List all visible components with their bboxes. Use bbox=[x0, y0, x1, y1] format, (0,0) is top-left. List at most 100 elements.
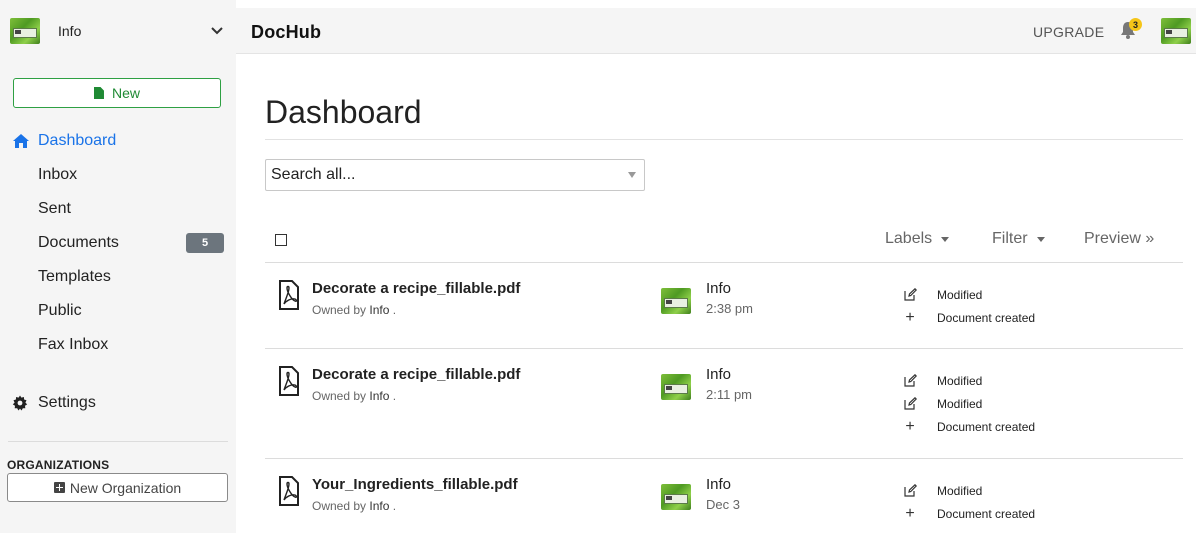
owned-by-label: Owned by bbox=[312, 389, 367, 403]
sidebar-item-documents[interactable]: Documents 5 bbox=[0, 226, 236, 260]
owner-name[interactable]: Info bbox=[369, 303, 389, 317]
new-button-label: New bbox=[111, 85, 140, 101]
top-bar: DocHub UPGRADE 3 bbox=[236, 8, 1196, 54]
activity-text: Modified bbox=[937, 483, 983, 498]
activity-entry: + Document created bbox=[903, 502, 1035, 525]
sidebar-item-label: Sent bbox=[38, 200, 71, 217]
new-organization-label: New Organization bbox=[69, 479, 182, 496]
sidebar-item-label: Documents bbox=[38, 234, 119, 251]
sidebar-item-label: Public bbox=[38, 302, 82, 319]
search-placeholder: Search all... bbox=[271, 166, 356, 183]
activity-user: Info bbox=[706, 476, 732, 493]
sidebar-item-label: Inbox bbox=[38, 166, 78, 183]
owned-by-label: Owned by bbox=[312, 303, 367, 317]
plus-icon: + bbox=[905, 504, 915, 522]
chevron-down-icon[interactable] bbox=[210, 24, 224, 38]
edit-icon bbox=[903, 484, 917, 498]
notification-count-badge: 3 bbox=[1129, 18, 1142, 31]
document-name[interactable]: Your_Ingredients_fillable.pdf bbox=[312, 476, 518, 493]
sidebar-item-sent[interactable]: Sent bbox=[0, 192, 236, 226]
activity-time: Dec 3 bbox=[706, 497, 740, 512]
brand-logo[interactable]: DocHub bbox=[251, 22, 321, 43]
activity-time: 2:11 pm bbox=[706, 387, 753, 402]
notifications-button[interactable]: 3 bbox=[1118, 18, 1142, 42]
documents-count-badge: 5 bbox=[186, 233, 224, 253]
new-organization-button[interactable]: New Organization bbox=[7, 473, 228, 502]
dropdown-caret-icon bbox=[628, 172, 636, 178]
sidebar-nav: Dashboard Inbox Sent Documents 5 Templat… bbox=[0, 124, 236, 362]
upgrade-link[interactable]: UPGRADE bbox=[1033, 24, 1104, 40]
sidebar-item-label: Templates bbox=[38, 268, 111, 285]
list-divider bbox=[265, 262, 1183, 263]
gear-icon bbox=[12, 395, 28, 411]
plus-icon: + bbox=[905, 308, 915, 326]
pdf-file-icon bbox=[279, 366, 299, 396]
title-divider bbox=[265, 139, 1183, 140]
pdf-file-icon bbox=[279, 476, 299, 506]
owned-by-suffix: . bbox=[389, 303, 397, 317]
settings-label: Settings bbox=[38, 394, 96, 411]
edit-icon bbox=[903, 374, 917, 388]
activity-text: Document created bbox=[937, 310, 1036, 325]
organizations-heading: ORGANIZATIONS bbox=[7, 458, 110, 472]
filter-dropdown[interactable]: Filter bbox=[992, 230, 1045, 248]
user-avatar bbox=[661, 484, 691, 510]
document-name[interactable]: Decorate a recipe_fillable.pdf bbox=[312, 366, 520, 383]
owner-name[interactable]: Info bbox=[369, 389, 389, 403]
owner-name[interactable]: Info bbox=[369, 499, 389, 513]
activity-entry: Modified bbox=[903, 283, 1035, 306]
activity-entry: + Document created bbox=[903, 415, 1035, 438]
document-name[interactable]: Decorate a recipe_fillable.pdf bbox=[312, 280, 520, 297]
labels-dropdown[interactable]: Labels bbox=[885, 230, 950, 248]
activity-text: Modified bbox=[937, 373, 983, 388]
home-icon bbox=[13, 134, 29, 148]
activity-log: Modified + Document created bbox=[903, 479, 1035, 525]
user-avatar bbox=[661, 288, 691, 314]
sidebar-item-settings[interactable]: Settings bbox=[0, 386, 236, 420]
activity-text: Modified bbox=[937, 287, 983, 302]
sidebar-item-templates[interactable]: Templates bbox=[0, 260, 236, 294]
activity-entry: Modified bbox=[903, 479, 1035, 502]
activity-text: Document created bbox=[937, 419, 1036, 434]
list-divider bbox=[265, 348, 1183, 349]
sidebar-item-inbox[interactable]: Inbox bbox=[0, 158, 236, 192]
sidebar: Info New Dashboard Inbox Sent Documents … bbox=[0, 0, 236, 533]
owned-by-suffix: . bbox=[389, 389, 397, 403]
preview-toggle[interactable]: Preview » bbox=[1084, 230, 1154, 248]
user-avatar[interactable] bbox=[1161, 18, 1191, 44]
plus-square-icon bbox=[53, 482, 65, 493]
file-icon bbox=[93, 87, 104, 99]
plus-icon: + bbox=[905, 417, 915, 435]
caret-down-icon bbox=[1036, 236, 1045, 242]
user-avatar bbox=[661, 374, 691, 400]
filter-label: Filter bbox=[992, 230, 1028, 247]
sidebar-item-public[interactable]: Public bbox=[0, 294, 236, 328]
caret-down-icon bbox=[941, 236, 950, 242]
activity-time: 2:38 pm bbox=[706, 301, 753, 316]
list-divider bbox=[265, 458, 1183, 459]
activity-entry: + Document created bbox=[903, 306, 1035, 329]
account-avatar bbox=[10, 18, 40, 44]
activity-user: Info bbox=[706, 280, 732, 297]
sidebar-item-label: Dashboard bbox=[38, 132, 117, 149]
page-title: Dashboard bbox=[265, 94, 422, 130]
account-name: Info bbox=[58, 23, 82, 39]
document-owner: Owned by Info . bbox=[312, 499, 396, 513]
activity-entry: Modified bbox=[903, 392, 1035, 415]
sidebar-item-label: Fax Inbox bbox=[38, 336, 109, 353]
edit-icon bbox=[903, 397, 917, 411]
account-switcher[interactable]: Info bbox=[0, 8, 236, 54]
activity-user: Info bbox=[706, 366, 732, 383]
sidebar-divider bbox=[8, 441, 228, 442]
search-input[interactable]: Search all... bbox=[265, 159, 645, 191]
select-all-checkbox[interactable] bbox=[275, 234, 287, 246]
new-document-button[interactable]: New bbox=[13, 78, 221, 108]
activity-text: Modified bbox=[937, 396, 983, 411]
owned-by-suffix: . bbox=[389, 499, 397, 513]
labels-label: Labels bbox=[885, 230, 933, 247]
activity-log: Modified Modified + Document created bbox=[903, 369, 1035, 438]
owned-by-label: Owned by bbox=[312, 499, 367, 513]
sidebar-item-dashboard[interactable]: Dashboard bbox=[0, 124, 236, 158]
activity-entry: Modified bbox=[903, 369, 1035, 392]
sidebar-item-fax-inbox[interactable]: Fax Inbox bbox=[0, 328, 236, 362]
